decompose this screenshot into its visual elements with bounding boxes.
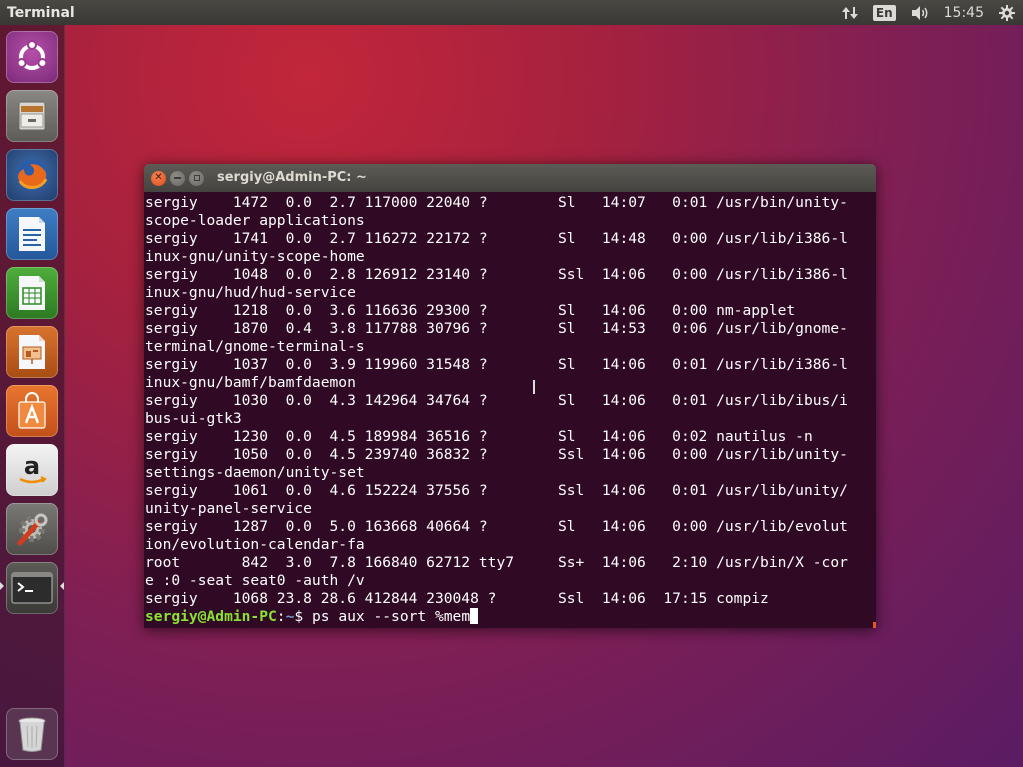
prompt-user-host: sergiy@Admin-PC xyxy=(145,608,277,625)
top-panel: Terminal En 15:45 xyxy=(0,0,1023,25)
mouse-ibeam-cursor xyxy=(533,380,535,394)
terminal-output-line: root 842 3.0 7.8 166840 62712 tty7 Ss+ 1… xyxy=(145,554,848,571)
language-badge: En xyxy=(872,4,896,21)
launcher-dash-home[interactable] xyxy=(6,31,58,83)
maximize-button[interactable] xyxy=(189,170,204,186)
volume-icon[interactable] xyxy=(903,0,937,25)
terminal-output-line: sergiy 1048 0.0 2.8 126912 23140 ? Ssl 1… xyxy=(145,266,848,283)
launcher-trash[interactable] xyxy=(6,708,58,760)
terminal-output-line: sergiy 1050 0.0 4.5 239740 36832 ? Ssl 1… xyxy=(145,446,848,463)
terminal-output-line: settings-daemon/unity-set xyxy=(145,464,365,481)
gear-icon[interactable] xyxy=(991,0,1023,25)
calc-icon xyxy=(15,274,49,312)
window-titlebar[interactable]: ✕ sergiy@Admin-PC: ~ xyxy=(144,164,876,192)
launcher-firefox[interactable] xyxy=(6,149,58,201)
terminal-text: sergiy 1472 0.0 2.7 117000 22040 ? Sl 14… xyxy=(145,194,876,608)
prompt-symbol: $ xyxy=(294,608,312,625)
indicator-area: En 15:45 xyxy=(834,0,1023,25)
terminal-output-line: ion/evolution-calendar-fa xyxy=(145,536,365,553)
close-icon: ✕ xyxy=(154,172,163,183)
maximize-icon xyxy=(193,175,200,181)
terminal-output-line: inux-gnu/hud/hud-service xyxy=(145,284,356,301)
launcher-calc[interactable] xyxy=(6,267,58,319)
focused-indicator xyxy=(60,582,64,590)
launcher-ubuntu-software[interactable] xyxy=(6,385,58,437)
settings-wrench-icon xyxy=(12,509,52,549)
terminal-output-line: sergiy 1230 0.0 4.5 189984 36516 ? Sl 14… xyxy=(145,428,813,445)
launcher: a xyxy=(0,25,65,767)
minimize-button[interactable] xyxy=(170,170,185,186)
launcher-system-settings[interactable] xyxy=(6,503,58,555)
text-cursor xyxy=(470,608,479,624)
terminal-output-line: sergiy 1030 0.0 4.3 142964 34764 ? Sl 14… xyxy=(145,392,848,409)
amazon-icon: a xyxy=(13,452,51,488)
network-updown-icon[interactable] xyxy=(834,0,866,25)
launcher-impress[interactable] xyxy=(6,326,58,378)
shopping-bag-icon xyxy=(14,392,50,430)
minimize-icon xyxy=(174,177,181,179)
terminal-output-line: sergiy 1741 0.0 2.7 116272 22172 ? Sl 14… xyxy=(145,230,848,247)
clock[interactable]: 15:45 xyxy=(937,0,991,25)
close-button[interactable]: ✕ xyxy=(151,170,166,186)
impress-icon xyxy=(15,333,49,371)
terminal-output-line: sergiy 1218 0.0 3.6 116636 29300 ? Sl 14… xyxy=(145,302,796,319)
terminal-output-line: sergiy 1287 0.0 5.0 163668 40664 ? Sl 14… xyxy=(145,518,848,535)
running-indicator xyxy=(0,582,4,590)
terminal-icon xyxy=(11,571,53,605)
terminal-output-line: sergiy 1068 23.8 28.6 412844 230048 ? Ss… xyxy=(145,590,769,607)
firefox-icon xyxy=(12,155,52,195)
terminal-output-line: sergiy 1870 0.4 3.8 117788 30796 ? Sl 14… xyxy=(145,320,848,337)
terminal-window[interactable]: ✕ sergiy@Admin-PC: ~ sergiy 1472 0.0 2.7… xyxy=(144,164,876,628)
writer-icon xyxy=(15,215,49,253)
launcher-writer[interactable] xyxy=(6,208,58,260)
terminal-output-line: sergiy 1472 0.0 2.7 117000 22040 ? Sl 14… xyxy=(145,194,848,211)
window-title: sergiy@Admin-PC: ~ xyxy=(217,170,367,185)
terminal-output-line: sergiy 1061 0.0 4.6 152224 37556 ? Ssl 1… xyxy=(145,482,848,499)
svg-text:a: a xyxy=(24,452,40,480)
prompt-line[interactable]: sergiy@Admin-PC:~$ ps aux --sort %mem xyxy=(145,608,876,626)
file-cabinet-icon xyxy=(14,98,50,134)
terminal-output-line: sergiy 1037 0.0 3.9 119960 31548 ? Sl 14… xyxy=(145,356,848,373)
scroll-indicator[interactable] xyxy=(873,622,876,628)
terminal-output-line: unity-panel-service xyxy=(145,500,312,517)
active-app-title: Terminal xyxy=(7,4,75,21)
terminal-output-line: inux-gnu/unity-scope-home xyxy=(145,248,365,265)
command-input[interactable]: ps aux --sort %mem xyxy=(312,608,470,625)
prompt-separator: : xyxy=(276,608,286,625)
ubuntu-logo-icon xyxy=(14,39,50,75)
terminal-output-line: scope-loader applications xyxy=(145,212,365,229)
terminal-output-line: e :0 -seat seat0 -auth /v xyxy=(145,572,365,589)
terminal-output-line: terminal/gnome-terminal-s xyxy=(145,338,365,355)
launcher-terminal[interactable] xyxy=(6,562,58,614)
terminal-output[interactable]: sergiy 1472 0.0 2.7 117000 22040 ? Sl 14… xyxy=(144,192,876,628)
trash-icon xyxy=(15,714,49,754)
launcher-files[interactable] xyxy=(6,90,58,142)
terminal-output-line: bus-ui-gtk3 xyxy=(145,410,242,427)
launcher-amazon[interactable]: a xyxy=(6,444,58,496)
terminal-output-line: inux-gnu/bamf/bamfdaemon xyxy=(145,374,356,391)
language-indicator[interactable]: En xyxy=(866,0,903,25)
